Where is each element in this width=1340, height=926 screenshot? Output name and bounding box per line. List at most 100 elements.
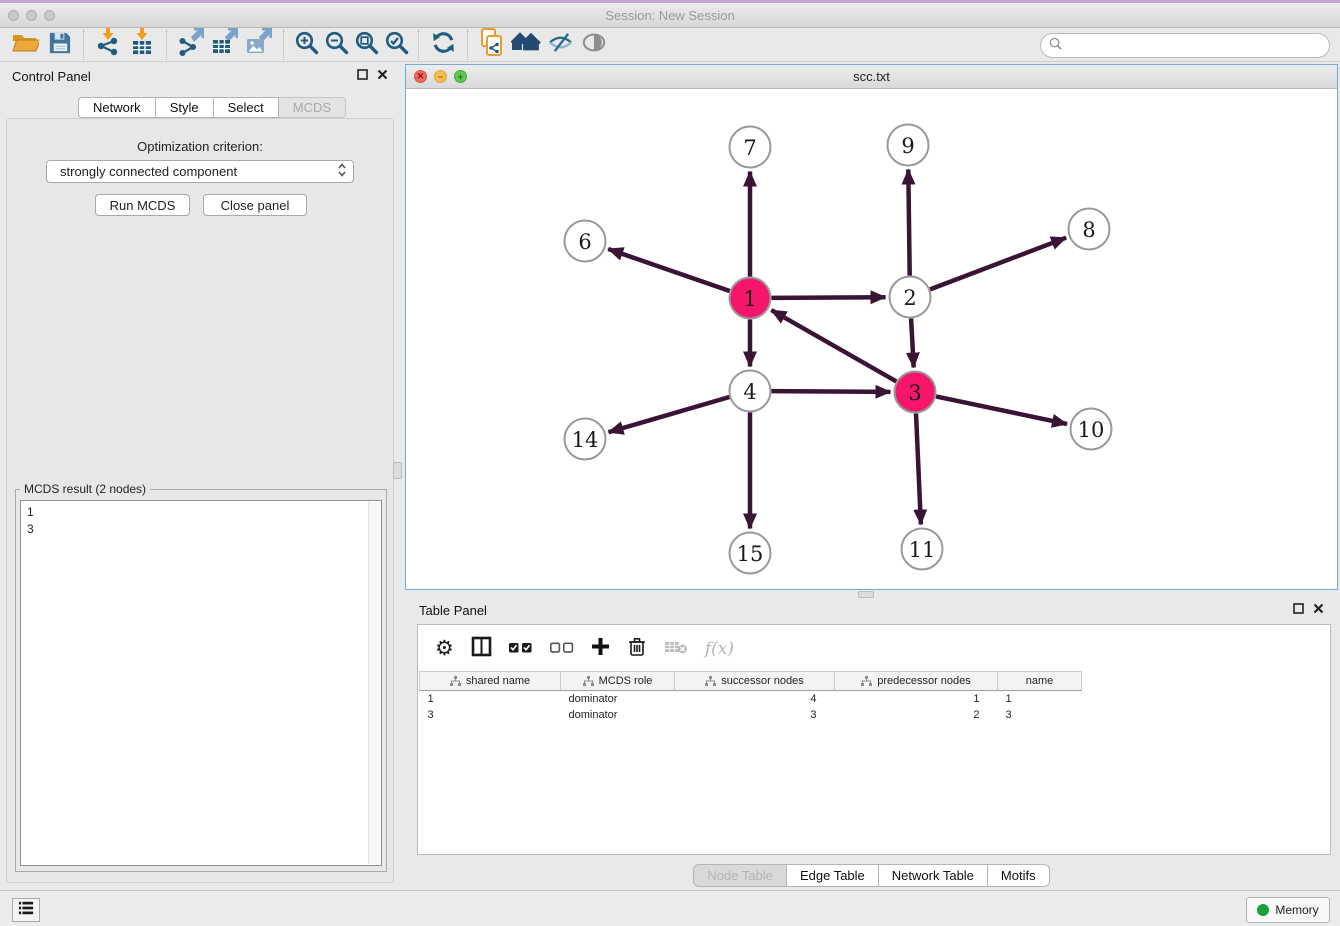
control-panel-tabs: Network Style Select MCDS (78, 97, 346, 118)
deselect-all-button[interactable] (550, 640, 574, 659)
tab-motifs[interactable]: Motifs (988, 864, 1050, 887)
export-image-icon (245, 27, 273, 62)
graph-edge-4-14[interactable] (609, 397, 730, 432)
graph-edge-3-1[interactable] (771, 310, 896, 381)
column-header-shared-name[interactable]: shared name (420, 672, 561, 691)
tab-style[interactable]: Style (156, 97, 214, 118)
criterion-dropdown[interactable]: strongly connected component (46, 160, 354, 183)
table-cell[interactable]: 3 (420, 707, 561, 723)
graph-edge-2-3[interactable] (911, 319, 914, 368)
network-minimize-button[interactable]: − (434, 70, 447, 83)
table-settings-button[interactable]: ⚙ (435, 639, 454, 659)
graph-edge-3-11[interactable] (916, 414, 921, 525)
run-mcds-button[interactable]: Run MCDS (95, 194, 190, 216)
network-graph[interactable]: 1234678910111415 (406, 89, 1337, 589)
toolbar-search[interactable] (1040, 33, 1330, 58)
add-entry-button[interactable] (591, 637, 610, 661)
refresh-network-button[interactable] (426, 30, 460, 60)
import-network-button[interactable] (91, 30, 125, 60)
open-session-button[interactable] (8, 30, 42, 60)
tab-mcds[interactable]: MCDS (279, 97, 346, 118)
column-header-successor-nodes[interactable]: successor nodes (675, 672, 835, 691)
network-maximize-button[interactable]: + (454, 70, 467, 83)
tab-node-table[interactable]: Node Table (693, 864, 787, 887)
search-input[interactable] (1067, 36, 1329, 56)
home-button[interactable] (509, 30, 543, 60)
table-cell[interactable]: dominator (561, 707, 675, 723)
show-panels-button[interactable] (577, 30, 611, 60)
table-cell[interactable]: 4 (675, 691, 835, 707)
graph-edge-2-9[interactable] (908, 170, 909, 276)
table-cell[interactable]: 3 (998, 707, 1082, 723)
vertical-splitter-handle[interactable] (393, 462, 402, 479)
close-panel-button[interactable]: Close panel (203, 194, 307, 216)
graph-node-label: 11 (909, 538, 936, 562)
control-panel-header: Control Panel (0, 62, 400, 90)
tab-select[interactable]: Select (214, 97, 279, 118)
table-cell[interactable]: 1 (998, 691, 1082, 707)
app-title: Session: New Session (0, 8, 1340, 23)
table-cell[interactable]: 1 (835, 691, 998, 707)
tab-network-table[interactable]: Network Table (879, 864, 988, 887)
graph-edge-1-6[interactable] (608, 249, 730, 291)
tab-network[interactable]: Network (78, 97, 156, 118)
table-header-row: shared name MCDS role successor nodes pr… (420, 672, 1082, 691)
network-close-button[interactable]: ✕ (414, 70, 427, 83)
column-header-mcds-role[interactable]: MCDS role (561, 672, 675, 691)
network-canvas[interactable]: 1234678910111415 (406, 89, 1337, 589)
memory-button[interactable]: Memory (1246, 897, 1330, 923)
node-table: shared name MCDS role successor nodes pr… (419, 671, 1082, 723)
zoom-out-button[interactable] (321, 30, 351, 60)
table-cell[interactable]: 3 (675, 707, 835, 723)
zoom-fit-icon (354, 30, 379, 60)
delete-table-button[interactable] (664, 639, 688, 660)
save-session-button[interactable] (42, 30, 76, 60)
export-network-icon (177, 27, 205, 62)
copy-network-view-button[interactable] (475, 30, 509, 60)
table-row[interactable]: 3dominator323 (420, 707, 1082, 723)
float-panel-icon[interactable] (357, 67, 368, 85)
refresh-icon (431, 30, 456, 60)
zoom-fit-button[interactable] (351, 30, 381, 60)
criterion-value: strongly connected component (60, 164, 237, 179)
table-cell[interactable]: 1 (420, 691, 561, 707)
column-header-predecessor-nodes[interactable]: predecessor nodes (835, 672, 998, 691)
graph-edge-3-10[interactable] (936, 396, 1067, 424)
export-network-button[interactable] (174, 30, 208, 60)
mcds-tab-content: Optimization criterion: strongly connect… (6, 118, 394, 883)
export-image-button[interactable] (242, 30, 276, 60)
close-panel-icon[interactable] (377, 67, 388, 85)
zoom-in-button[interactable] (291, 30, 321, 60)
show-column-button[interactable] (471, 636, 492, 662)
import-table-button[interactable] (125, 30, 159, 60)
close-panel-icon[interactable] (1313, 601, 1324, 619)
graph-edge-1-2[interactable] (772, 297, 886, 298)
function-builder-button[interactable]: f(x) (705, 639, 734, 659)
column-header-name[interactable]: name (998, 672, 1082, 691)
graph-edge-4-3[interactable] (772, 391, 891, 392)
zoom-selected-button[interactable] (381, 30, 411, 60)
table-row[interactable]: 1dominator411 (420, 691, 1082, 707)
delete-entry-button[interactable] (627, 636, 647, 662)
float-panel-icon[interactable] (1293, 601, 1304, 619)
graph-node-label: 1 (743, 287, 756, 311)
mcds-result-area[interactable]: 13 (20, 500, 382, 866)
graph-edge-2-8[interactable] (930, 238, 1066, 290)
task-history-button[interactable] (12, 898, 40, 922)
network-window-titlebar[interactable]: ✕ − + scc.txt (406, 65, 1337, 89)
result-scrollbar[interactable] (368, 502, 380, 864)
plus-icon (591, 637, 610, 661)
table-cell[interactable]: dominator (561, 691, 675, 707)
tab-edge-table[interactable]: Edge Table (787, 864, 879, 887)
table-panel-tabs: Node Table Edge Table Network Table Moti… (405, 864, 1338, 887)
graph-node-label: 4 (743, 380, 756, 404)
table-cell[interactable]: 2 (835, 707, 998, 723)
mcds-result-line: 1 (27, 504, 375, 521)
table-panel: Table Panel ⚙ f(x) shared name MCDS role… (405, 597, 1338, 890)
select-all-button[interactable] (509, 640, 533, 659)
optimization-criterion-label: Optimization criterion: (7, 139, 393, 154)
export-table-button[interactable] (208, 30, 242, 60)
export-table-icon (211, 27, 239, 62)
trash-icon (627, 636, 647, 662)
hide-panels-button[interactable] (543, 30, 577, 60)
